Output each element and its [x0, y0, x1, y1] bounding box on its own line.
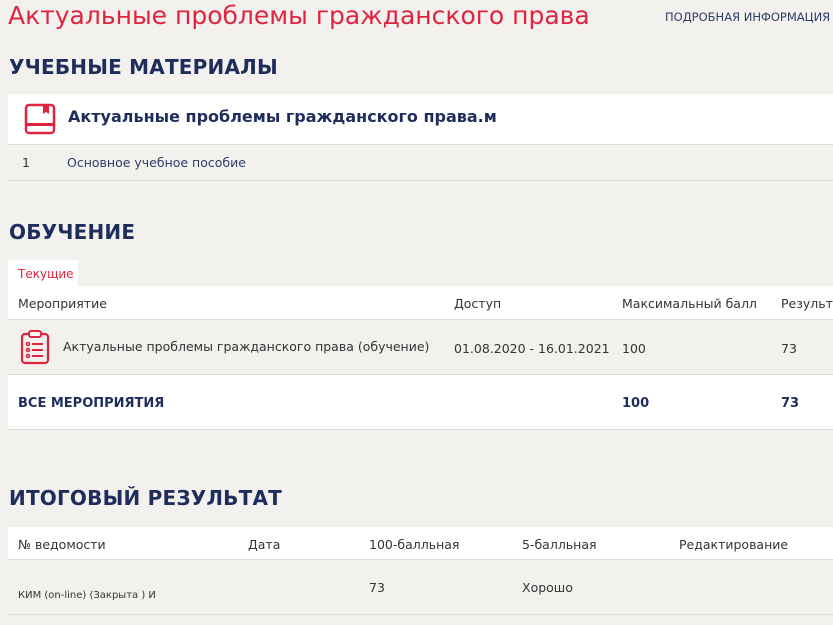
page-title: Актуальные проблемы гражданского права [8, 1, 590, 30]
col-date: Дата [248, 537, 281, 552]
col-result: Результат [781, 296, 833, 311]
item-number: 1 [22, 155, 30, 170]
score-100: 73 [369, 580, 385, 595]
col-access: Доступ [454, 296, 502, 311]
material-title: Актуальные проблемы гражданского права.м [68, 107, 497, 126]
clipboard-list-icon [20, 330, 50, 365]
access-dates: 01.08.2020 - 16.01.2021 [454, 341, 610, 356]
col-event: Мероприятие [18, 296, 107, 311]
final-table-header: № ведомости Дата 100-балльная 5-балльная… [8, 527, 833, 560]
tab-current[interactable]: Текущие [8, 260, 78, 287]
book-icon [24, 103, 56, 135]
list-item[interactable]: 1 Основное учебное пособие [8, 145, 833, 181]
col-score5: 5-балльная [522, 537, 597, 552]
table-row: КИМ (on-line) (Закрыта ) И 73 Хорошо [8, 560, 833, 615]
table-row[interactable]: Актуальные проблемы гражданского права (… [8, 320, 833, 375]
materials-heading: УЧЕБНЫЕ МАТЕРИАЛЫ [9, 55, 278, 79]
total-row: ВСЕ МЕРОПРИЯТИЯ 100 73 [8, 375, 833, 430]
more-info-link[interactable]: ПОДРОБНАЯ ИНФОРМАЦИЯ [665, 10, 830, 24]
training-table-header: Мероприятие Доступ Максимальный балл Рез… [8, 286, 833, 320]
event-link[interactable]: Актуальные проблемы гражданского права (… [63, 339, 429, 354]
final-heading: ИТОГОВЫЙ РЕЗУЛЬТАТ [9, 486, 282, 510]
material-card[interactable]: Актуальные проблемы гражданского права.м [8, 94, 833, 145]
col-max: Максимальный балл [622, 296, 757, 311]
max-score: 100 [622, 341, 646, 356]
col-sheet: № ведомости [18, 537, 106, 552]
col-edit: Редактирование [679, 537, 789, 552]
score-5: Хорошо [522, 580, 573, 595]
training-heading: ОБУЧЕНИЕ [9, 220, 136, 244]
total-label: ВСЕ МЕРОПРИЯТИЯ [18, 396, 165, 411]
total-max: 100 [622, 396, 650, 411]
col-score100: 100-балльная [369, 537, 460, 552]
result-score: 73 [781, 341, 797, 356]
material-link[interactable]: Основное учебное пособие [67, 155, 246, 170]
sheet-name: КИМ (on-line) (Закрыта ) И [18, 590, 156, 601]
total-result: 73 [781, 396, 800, 411]
